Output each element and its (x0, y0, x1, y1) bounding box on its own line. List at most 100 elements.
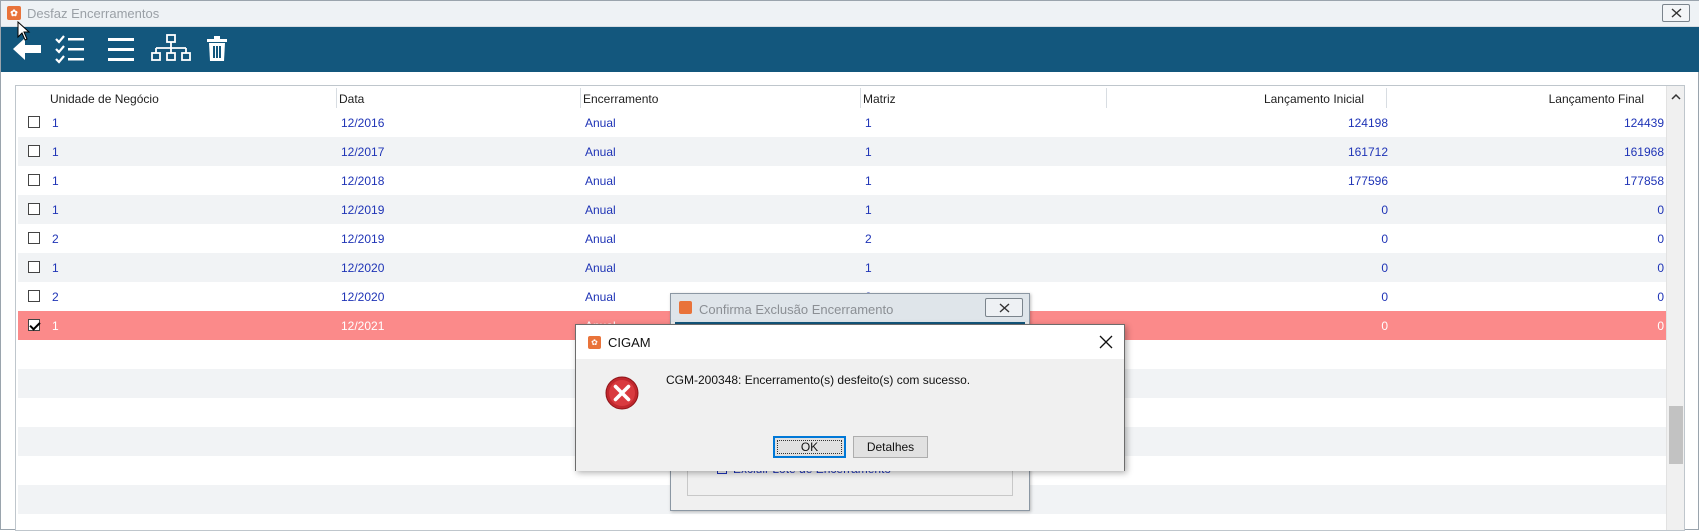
app-icon (679, 301, 692, 314)
scroll-up-button[interactable] (1667, 86, 1684, 106)
row-checkbox[interactable] (28, 290, 40, 302)
delete-button[interactable] (199, 33, 235, 65)
window-close-button[interactable] (1662, 4, 1690, 22)
message-dialog-close-button[interactable] (1098, 334, 1114, 350)
cell-unidade: 1 (52, 174, 59, 188)
col-matriz[interactable]: Matriz (863, 92, 896, 106)
row-checkbox[interactable] (28, 203, 40, 215)
cell-encerramento: Anual (585, 261, 616, 275)
cell-unidade: 1 (52, 261, 59, 275)
checklist-button[interactable] (53, 33, 89, 65)
app-icon: ✿ (7, 6, 21, 20)
confirm-dialog-title: Confirma Exclusão Encerramento (699, 302, 894, 317)
cell-data: 12/2018 (341, 174, 385, 188)
cell-data: 12/2017 (341, 145, 385, 159)
cell-lancamento-final: 177858 (1623, 174, 1664, 188)
details-button-label: Detalhes (866, 440, 915, 454)
details-button[interactable]: Detalhes (853, 436, 928, 458)
cell-data: 12/2021 (341, 319, 385, 333)
list-icon (108, 38, 134, 61)
close-icon (1671, 8, 1682, 18)
cell-data: 12/2020 (341, 290, 385, 304)
grid-header: Unidade de Negócio Data Encerramento Mat… (16, 86, 1664, 110)
vertical-scrollbar[interactable] (1666, 86, 1684, 530)
message-dialog-title: CIGAM (608, 335, 651, 350)
cell-lancamento-inicial: 0 (1381, 261, 1388, 275)
cell-encerramento: Anual (585, 116, 616, 130)
app-icon: ✿ (588, 336, 601, 349)
message-text: CGM-200348: Encerramento(s) desfeito(s) … (666, 373, 971, 387)
cell-lancamento-final: 0 (1657, 261, 1664, 275)
main-window: ✿ Desfaz Encerramentos Unidade de Negóci… (0, 0, 1699, 531)
cell-data: 12/2019 (341, 203, 385, 217)
message-dialog: ✿ CIGAM CGM-200348: Encerramento(s) desf… (575, 324, 1125, 471)
cell-matriz: 2 (865, 232, 872, 246)
confirm-dialog-titlebar: Confirma Exclusão Encerramento (671, 294, 1029, 322)
cell-lancamento-final: 0 (1657, 319, 1664, 333)
cell-encerramento: Anual (585, 290, 616, 304)
table-row[interactable]: 1 12/2019 Anual 1 0 0 (18, 195, 1666, 224)
ok-button-label: OK (800, 440, 819, 454)
cell-encerramento: Anual (585, 145, 616, 159)
cell-lancamento-final: 0 (1657, 290, 1664, 304)
cell-data: 12/2020 (341, 261, 385, 275)
cell-matriz: 1 (865, 145, 872, 159)
cell-data: 12/2019 (341, 232, 385, 246)
cell-lancamento-inicial: 161712 (1347, 145, 1388, 159)
cell-unidade: 2 (52, 232, 59, 246)
window-title: Desfaz Encerramentos (27, 6, 160, 21)
cell-lancamento-final: 124439 (1623, 116, 1664, 130)
mouse-cursor-icon (17, 21, 31, 41)
row-checkbox[interactable] (28, 145, 40, 157)
cell-encerramento: Anual (585, 203, 616, 217)
trash-icon (207, 36, 227, 61)
cell-matriz: 1 (865, 261, 872, 275)
row-checkbox[interactable] (28, 261, 40, 273)
checklist-icon (55, 35, 84, 64)
cell-unidade: 1 (52, 145, 59, 159)
cell-unidade: 2 (52, 290, 59, 304)
col-data[interactable]: Data (339, 92, 364, 106)
cell-matriz: 1 (865, 116, 872, 130)
chevron-up-icon (1671, 93, 1681, 100)
ok-button[interactable]: OK (773, 436, 846, 458)
table-row[interactable]: 1 12/2016 Anual 1 124198 124439 (18, 108, 1666, 137)
cell-lancamento-inicial: 0 (1381, 319, 1388, 333)
close-icon (1099, 335, 1113, 349)
confirm-dialog-close-button[interactable] (985, 298, 1023, 317)
cell-lancamento-inicial: 0 (1381, 203, 1388, 217)
table-row[interactable]: 1 12/2020 Anual 1 0 0 (18, 253, 1666, 282)
table-row[interactable]: 1 12/2017 Anual 1 161712 161968 (18, 137, 1666, 166)
message-dialog-titlebar: ✿ CIGAM (576, 325, 1124, 359)
error-icon (605, 376, 639, 410)
hierarchy-button[interactable] (149, 33, 193, 65)
cell-data: 12/2016 (341, 116, 385, 130)
cell-lancamento-inicial: 0 (1381, 290, 1388, 304)
cell-lancamento-final: 161968 (1623, 145, 1664, 159)
list-button[interactable] (103, 33, 139, 65)
cell-lancamento-final: 0 (1657, 203, 1664, 217)
col-encerramento[interactable]: Encerramento (583, 92, 658, 106)
col-unidade[interactable]: Unidade de Negócio (50, 92, 159, 106)
scroll-thumb[interactable] (1669, 406, 1683, 464)
col-lancamento-inicial[interactable]: Lançamento Inicial (1264, 92, 1364, 106)
title-bar: ✿ Desfaz Encerramentos (1, 1, 1699, 27)
cell-unidade: 1 (52, 116, 59, 130)
cell-unidade: 1 (52, 203, 59, 217)
table-row[interactable]: 2 12/2019 Anual 2 0 0 (18, 224, 1666, 253)
cell-lancamento-final: 0 (1657, 232, 1664, 246)
row-checkbox[interactable] (28, 174, 40, 186)
cell-matriz: 1 (865, 174, 872, 188)
cell-encerramento: Anual (585, 232, 616, 246)
cell-unidade: 1 (52, 319, 59, 333)
toolbar (1, 27, 1699, 72)
cell-lancamento-inicial: 177596 (1347, 174, 1388, 188)
close-icon (999, 303, 1010, 313)
table-row[interactable]: 1 12/2018 Anual 1 177596 177858 (18, 166, 1666, 195)
org-chart-icon (151, 34, 191, 61)
row-checkbox[interactable] (28, 116, 40, 128)
row-checkbox[interactable] (28, 232, 40, 244)
empty-row (18, 514, 1666, 530)
row-checkbox[interactable] (28, 319, 40, 331)
col-lancamento-final[interactable]: Lançamento Final (1549, 92, 1644, 106)
